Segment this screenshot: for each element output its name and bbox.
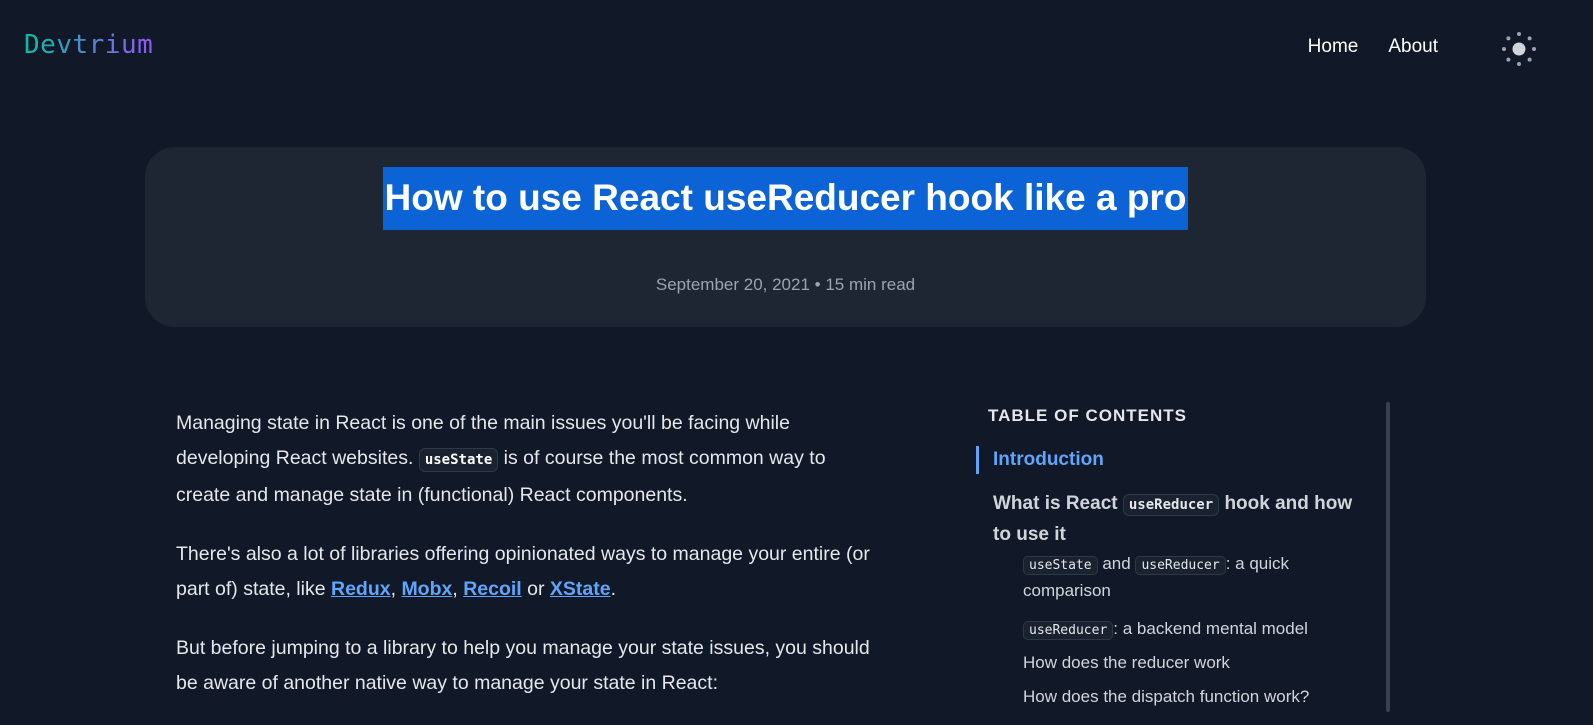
logo-letter: i (104, 30, 121, 60)
article-body: Managing state in React is one of the ma… (176, 406, 876, 725)
toc-item-introduction[interactable]: Introduction (993, 449, 1104, 471)
post-read-time: 15 min read (825, 275, 916, 294)
toc-subitem-reducer-work[interactable]: How does the reducer work (1023, 650, 1230, 675)
post-meta: September 20, 2021 • 15 min read (145, 275, 1426, 295)
logo-letter: r (88, 30, 105, 60)
theme-toggle-button[interactable] (1500, 30, 1538, 68)
table-of-contents: TABLE OF CONTENTS Introduction What is R… (976, 402, 1390, 712)
toc-subitem-mental-model[interactable]: useReducer: a backend mental model (1023, 616, 1308, 643)
inline-code: useState (1023, 556, 1098, 575)
post-title: How to use React useReducer hook like a … (145, 167, 1426, 230)
toc-item-what-is-usereducer[interactable]: What is React useReducer hook and how to… (993, 489, 1368, 550)
logo-letter: t (72, 30, 89, 60)
inline-code: useReducer (1122, 494, 1220, 516)
nav-home-link[interactable]: Home (1308, 36, 1359, 58)
link-xstate[interactable]: XState (550, 578, 611, 600)
toc-subitem-comparison[interactable]: useState and useReducer: a quick compari… (1023, 551, 1353, 603)
logo-letter: u (120, 30, 138, 60)
link-recoil[interactable]: Recoil (463, 578, 522, 600)
nav-about-link[interactable]: About (1388, 36, 1438, 58)
inline-code: useState (418, 448, 499, 472)
main-nav: Home About (1308, 36, 1438, 58)
sun-icon (1502, 32, 1536, 66)
link-redux[interactable]: Redux (331, 578, 391, 600)
separator-text: , (390, 578, 402, 600)
paragraph: There's also a lot of libraries offering… (176, 537, 876, 607)
toc-item-text: What is React (993, 493, 1123, 514)
toc-subitem-text: : a backend mental model (1113, 619, 1308, 638)
post-date: September 20, 2021 (655, 275, 810, 294)
meta-separator: • (814, 275, 821, 294)
toc-active-indicator (976, 446, 979, 474)
inline-code: useReducer (1135, 556, 1226, 575)
separator-text: or (521, 578, 550, 600)
toc-subitem-dispatch-work[interactable]: How does the dispatch function work? (1023, 684, 1309, 709)
post-title-text: How to use React useReducer hook like a … (382, 167, 1189, 230)
paragraph: Managing state in React is one of the ma… (176, 406, 876, 513)
logo-letter: e (40, 30, 57, 60)
link-mobx[interactable]: Mobx (401, 578, 452, 600)
toc-scrollbar[interactable] (1386, 402, 1390, 712)
site-logo[interactable]: Devtrium (24, 30, 153, 60)
logo-letter: m (137, 30, 154, 60)
paragraph: But before jumping to a library to help … (176, 631, 876, 701)
logo-letter: D (24, 30, 41, 60)
site-header: Devtrium Home About (0, 0, 1593, 96)
separator-text: . (610, 578, 617, 600)
toc-heading: TABLE OF CONTENTS (988, 406, 1187, 425)
paragraph-text: But before jumping to a library to help … (176, 637, 870, 694)
inline-code: useReducer (1023, 621, 1114, 640)
toc-subitem-text: and (1097, 554, 1136, 573)
post-hero-card: How to use React useReducer hook like a … (145, 147, 1426, 327)
logo-letter: v (56, 30, 73, 60)
separator-text: , (452, 578, 464, 600)
logo-text: Devtrium (24, 30, 153, 60)
